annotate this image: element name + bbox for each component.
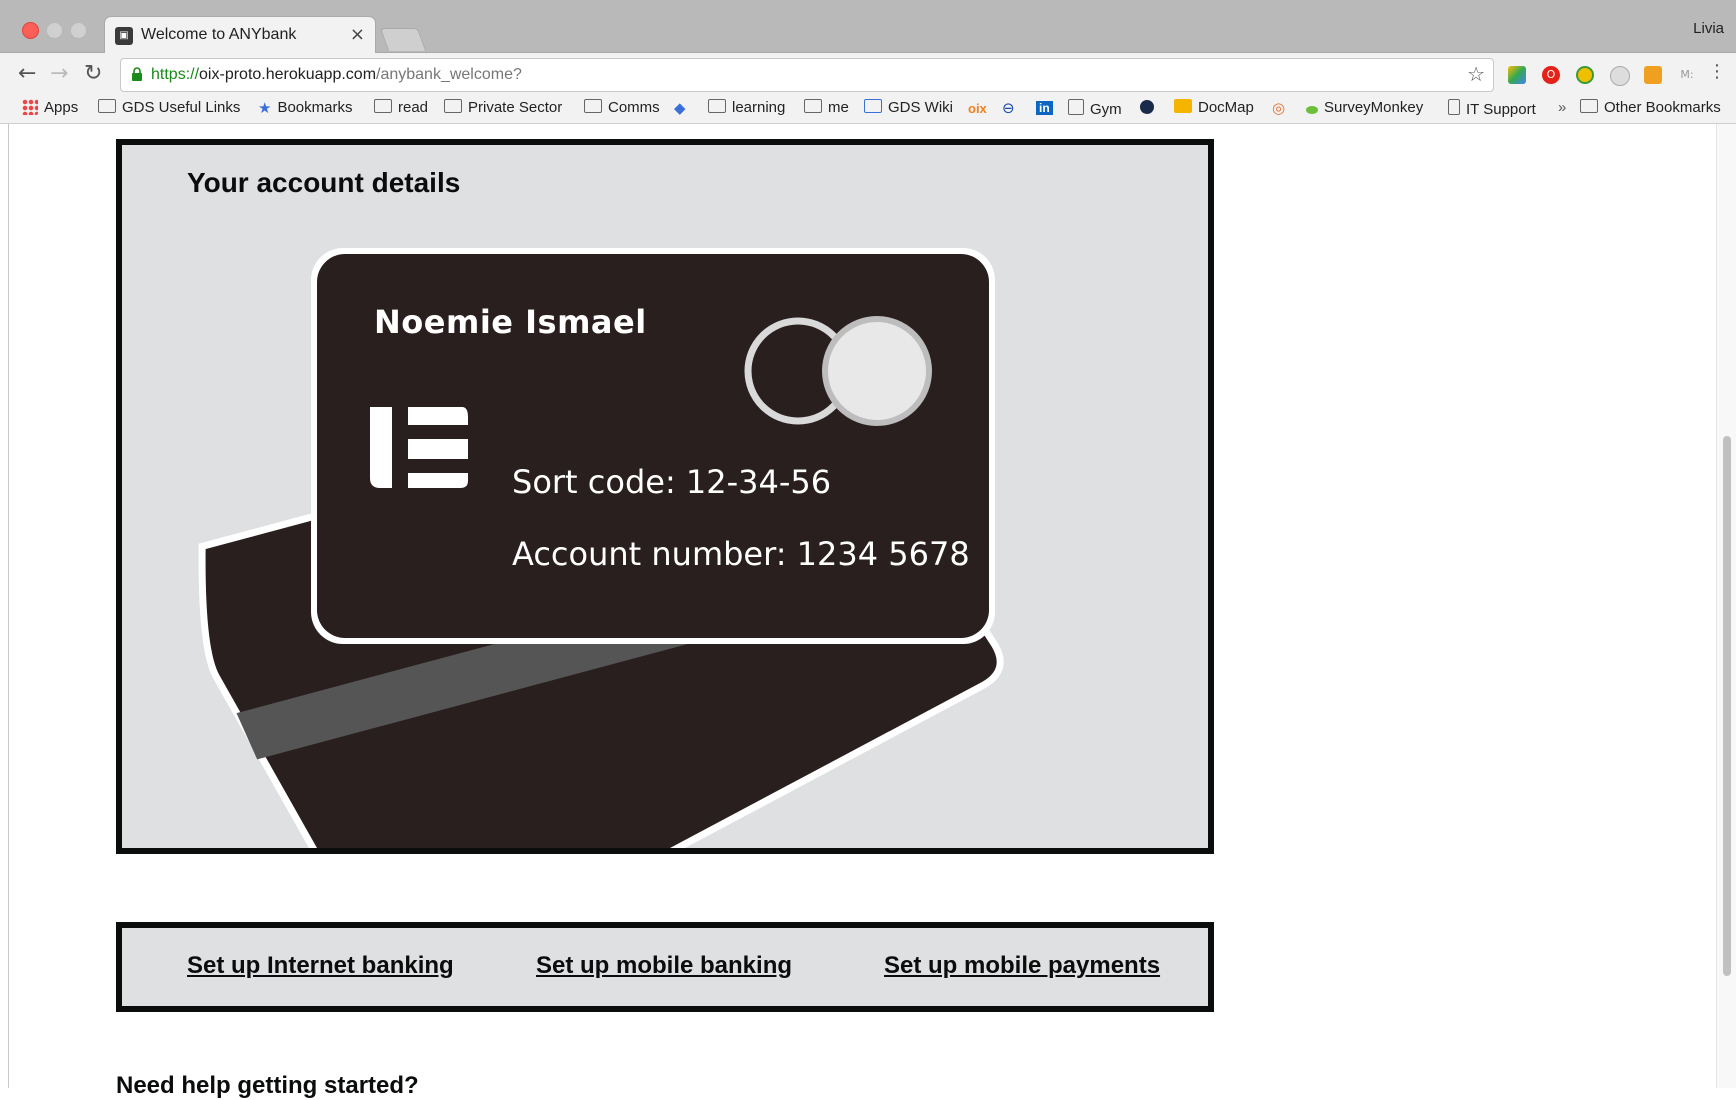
minimize-window-button[interactable] — [46, 22, 63, 39]
reload-icon[interactable]: ↻ — [84, 61, 102, 86]
menu-kebab-icon[interactable]: ⋮ — [1708, 61, 1726, 82]
tab-close-icon[interactable]: × — [350, 24, 365, 45]
maximize-window-button[interactable] — [70, 22, 87, 39]
diamond-bookmark-icon[interactable]: ◆ — [674, 99, 686, 117]
card-holder-name: Noemie Ismael — [374, 303, 647, 341]
dark-circle-bookmark[interactable] — [1140, 99, 1160, 116]
gym-icon — [1068, 99, 1084, 115]
surveymonkey-icon — [1306, 106, 1318, 114]
bookmark-read[interactable]: read — [374, 99, 428, 116]
browser-toolbar: ← → ↻ https://oix-proto.herokuapp.com/an… — [0, 53, 1736, 95]
folder-icon — [708, 99, 726, 113]
setup-mobile-banking-link[interactable]: Set up mobile banking — [536, 952, 792, 980]
opera-icon[interactable]: O — [1542, 66, 1560, 84]
page-icon — [1448, 99, 1460, 115]
extension-icon[interactable] — [1576, 66, 1594, 84]
bookmark-it-support[interactable]: IT Support — [1448, 99, 1536, 118]
bookmark-private-sector[interactable]: Private Sector — [444, 99, 562, 116]
window-edge — [8, 124, 9, 1088]
folder-icon — [1580, 99, 1598, 113]
circle-icon — [1140, 100, 1154, 114]
bookmark-me[interactable]: me — [804, 99, 849, 116]
close-window-button[interactable] — [22, 22, 39, 39]
star-icon: ★ — [258, 99, 272, 117]
folder-icon — [374, 99, 392, 113]
bookmark-comms[interactable]: Comms — [584, 99, 660, 116]
account-number: Account number: 1234 5678 — [512, 535, 970, 573]
bookmark-other-bookmarks[interactable]: Other Bookmarks — [1580, 99, 1721, 116]
folder-icon — [98, 99, 116, 113]
setup-internet-banking-link[interactable]: Set up Internet banking — [187, 952, 454, 980]
browser-titlebar: ▣ Welcome to ANYbank × Livia — [0, 0, 1736, 54]
bookmark-surveymonkey[interactable]: SurveyMonkey — [1306, 99, 1423, 116]
tfl-roundel-icon[interactable]: ⊖ — [1002, 99, 1015, 117]
lock-icon — [132, 67, 142, 81]
bookmarks-overflow-chevron[interactable]: » — [1558, 99, 1566, 116]
scroll-thumb[interactable] — [1723, 436, 1731, 976]
forward-arrow-icon[interactable]: → — [50, 61, 68, 86]
bookmark-learning[interactable]: learning — [708, 99, 785, 116]
card-chip-icon — [370, 407, 468, 488]
bookmark-star-icon[interactable]: ☆ — [1467, 62, 1485, 86]
anybank-favicon-icon: ▣ — [115, 27, 133, 45]
sort-code: Sort code: 12-34-56 — [512, 463, 832, 501]
profile-name[interactable]: Livia — [1693, 20, 1724, 37]
page-scrollbar[interactable] — [1716, 124, 1736, 1088]
bookmark-gds-useful-links[interactable]: GDS Useful Links — [98, 99, 240, 116]
account-details-panel: Your account details Noemie Ismael Sort … — [116, 139, 1214, 854]
new-tab-button[interactable] — [379, 28, 427, 51]
url-text: https://oix-proto.herokuapp.com/anybank_… — [151, 66, 522, 83]
folder-icon — [584, 99, 602, 113]
docmap-icon — [1174, 99, 1192, 113]
extension-m-icon[interactable]: M: — [1678, 66, 1696, 84]
setup-links-panel: Set up Internet banking Set up mobile ba… — [116, 922, 1214, 1012]
folder-icon — [804, 99, 822, 113]
apps-grid-icon — [22, 99, 38, 115]
bookmark-apps[interactable]: Apps — [22, 99, 78, 116]
setup-mobile-payments-link[interactable]: Set up mobile payments — [884, 952, 1160, 980]
bookmark-gym[interactable]: Gym — [1068, 99, 1122, 118]
linkedin-icon[interactable]: in — [1036, 101, 1053, 115]
google-drive-icon[interactable] — [1508, 66, 1526, 84]
wiki-icon — [864, 99, 882, 113]
back-arrow-icon[interactable]: ← — [18, 61, 36, 86]
bookmark-gds-wiki[interactable]: GDS Wiki — [864, 99, 953, 116]
orange-round-bookmark-icon[interactable]: ◎ — [1272, 99, 1285, 117]
help-heading: Need help getting started? — [116, 1072, 419, 1099]
folder-icon — [444, 99, 462, 113]
extension-grey-icon[interactable] — [1610, 66, 1630, 86]
bookmark-bookmarks[interactable]: ★ Bookmarks — [258, 99, 352, 117]
browser-tab-active[interactable]: ▣ Welcome to ANYbank × — [104, 16, 376, 54]
extension-orange-icon[interactable] — [1644, 66, 1662, 84]
bookmarks-bar: Apps GDS Useful Links ★ Bookmarks read Pr… — [0, 95, 1736, 124]
bookmark-docmap[interactable]: DocMap — [1174, 99, 1254, 116]
tab-title: Welcome to ANYbank — [141, 26, 297, 43]
oix-bookmark-icon[interactable]: oix — [968, 101, 987, 116]
address-bar[interactable]: https://oix-proto.herokuapp.com/anybank_… — [120, 58, 1494, 92]
